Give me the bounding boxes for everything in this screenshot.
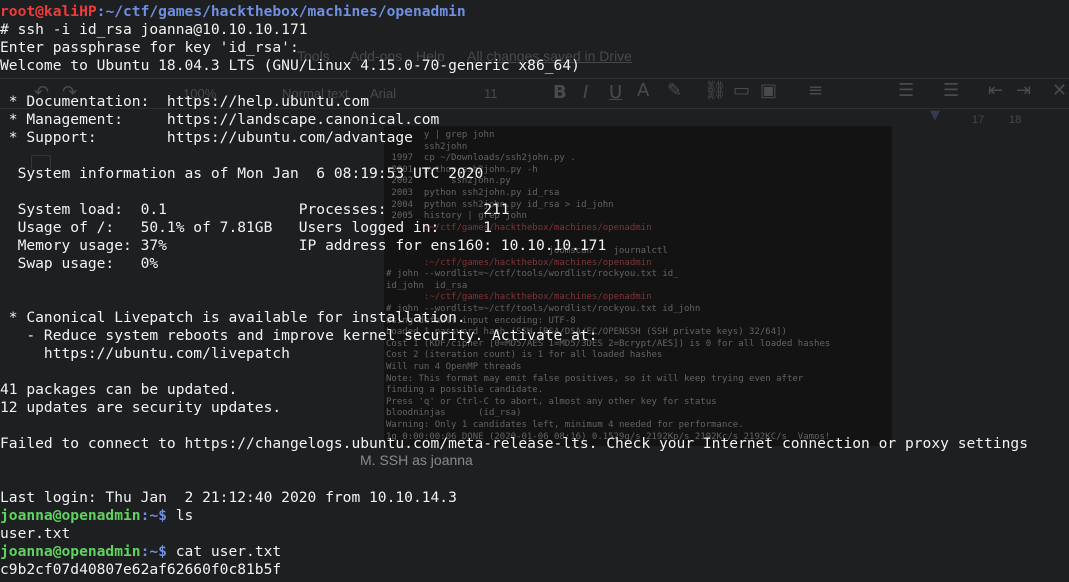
terminal-window[interactable]: Tools Add-ons Help All changes saved in … [0,0,1069,582]
livepatch-url-line: https://ubuntu.com/livepatch [0,345,290,362]
last-login-line: Last login: Thu Jan 2 21:12:40 2020 from… [0,489,457,506]
documentation-line: * Documentation: https://help.ubuntu.com [0,93,370,110]
support-line: * Support: https://ubuntu.com/advantage [0,129,413,146]
stats-line: System load: 0.1 Processes: 211 [0,201,510,218]
prompt-joanna-line: joanna@openadmin:~$ cat user.txt [0,543,1069,561]
livepatch-line: * Canonical Livepatch is available for i… [0,309,466,326]
management-line: * Management: https://landscape.canonica… [0,111,440,128]
prompt-userhost: joanna@openadmin [0,543,141,560]
prompt-suffix: :~$ [140,543,176,560]
stats-line: Swap usage: 0% [0,255,159,272]
prompt-userhost: joanna@openadmin [0,507,141,524]
cat-command: cat user.txt [175,543,282,560]
prompt-path: ~/ctf/games/hackthebox/machines/openadmi… [105,3,466,20]
system-info-line: System information as of Mon Jan 6 08:19… [0,165,484,182]
stats-line: Memory usage: 37% IP address for ens160:… [0,237,607,254]
prompt-joanna-line: joanna@openadmin:~$ ls [0,507,1069,525]
prompt-suffix: :~$ [140,507,176,524]
passphrase-prompt-line: Enter passphrase for key 'id_rsa': [0,39,299,56]
ssh-command-line: # ssh -i id_rsa joanna@10.10.10.171 [0,21,308,38]
packages-line: 41 packages can be updated. [0,381,238,398]
ls-command: ls [175,507,194,524]
terminal-output[interactable]: root@kaliHP:~/ctf/games/hackthebox/machi… [0,3,1069,579]
welcome-line: Welcome to Ubuntu 18.04.3 LTS (GNU/Linux… [0,57,580,74]
security-updates-line: 12 updates are security updates. [0,399,282,416]
ls-output-line: user.txt [0,525,71,542]
failed-connect-line: Failed to connect to https://changelogs.… [0,435,1028,452]
flag-output-line: c9b2cf07d40807e62af62660f0c81b5f [0,561,282,578]
stats-line: Usage of /: 50.1% of 7.81GB Users logged… [0,219,493,236]
prompt-userhost: root@kaliHP [0,3,97,20]
livepatch-line: - Reduce system reboots and improve kern… [0,327,598,344]
prompt-root-line: root@kaliHP:~/ctf/games/hackthebox/machi… [0,3,1069,21]
